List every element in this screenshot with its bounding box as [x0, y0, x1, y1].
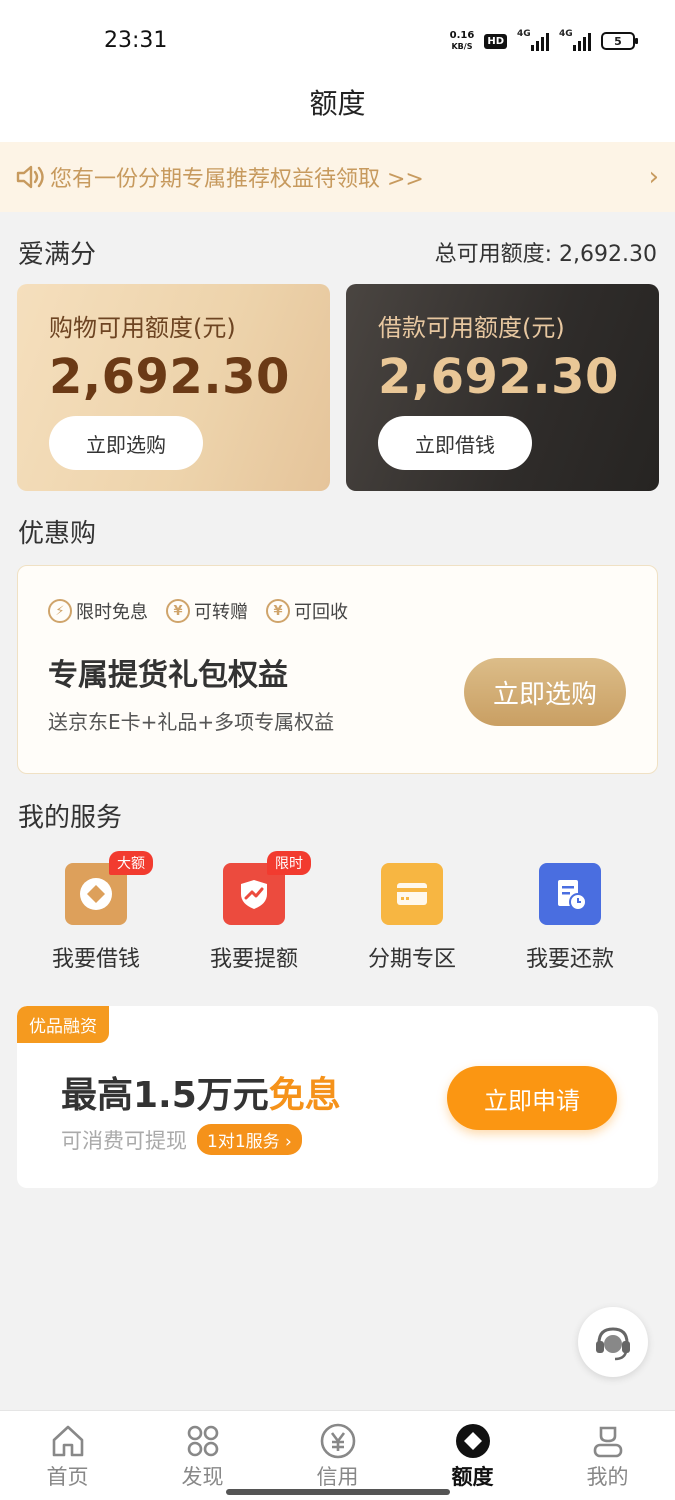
signal-icon: 4G: [517, 29, 549, 51]
section-title-score: 爱满分: [18, 240, 97, 270]
battery-icon: 5: [601, 32, 638, 50]
grid-icon: [135, 1421, 270, 1461]
page-title: 额度: [0, 80, 675, 142]
service-badge: 大额: [109, 851, 153, 875]
tab-mine[interactable]: 我的: [540, 1411, 675, 1500]
finance-banner[interactable]: 优品融资 最高1.5万元免息 可消费可提现 1对1服务 › 立即申请: [17, 1006, 658, 1188]
bottom-tabbar: 首页 发现 信用 额度 我的: [0, 1410, 675, 1500]
tab-home[interactable]: 首页: [0, 1411, 135, 1500]
notice-banner[interactable]: 您有一份分期专属推荐权益待领取 >> ›: [0, 142, 675, 212]
promo-shop-button[interactable]: 立即选购: [464, 658, 626, 726]
finance-subtitle: 可消费可提现 1对1服务 ›: [61, 1124, 302, 1155]
service-repay[interactable]: 我要还款: [491, 855, 649, 985]
net-speed: 0.16 KB/S: [450, 30, 475, 52]
finance-title-highlight: 免息: [268, 1075, 341, 1116]
net-speed-unit: KB/S: [451, 42, 473, 51]
shopping-credit-amount: 2,692.30: [49, 349, 290, 405]
net-speed-value: 0.16: [449, 30, 475, 41]
finance-title-main: 最高1.5万元: [61, 1075, 269, 1116]
promo-title: 专属提货礼包权益: [48, 658, 288, 693]
notice-text: 您有一份分期专属推荐权益待领取 >>: [50, 167, 424, 192]
signal-type-label: 4G: [559, 29, 573, 39]
finance-tag: 优品融资: [17, 1006, 109, 1043]
yen-circle-icon: [270, 1421, 405, 1461]
shopping-credit-card[interactable]: 购物可用额度(元) 2,692.30 立即选购: [17, 284, 330, 491]
service-raise-limit[interactable]: 限时 我要提额: [175, 851, 333, 985]
chevron-right-icon: ›: [648, 162, 659, 192]
speaker-icon: [16, 165, 44, 189]
yen-icon: ¥: [166, 599, 190, 623]
tab-credit[interactable]: 信用: [270, 1411, 405, 1500]
promo-tag-label: 可回收: [294, 602, 348, 623]
loan-credit-amount: 2,692.30: [378, 349, 619, 405]
yen-icon: ¥: [266, 599, 290, 623]
section-title-promo: 优惠购: [18, 519, 97, 549]
total-available-credit: 总可用额度: 2,692.30: [434, 242, 657, 267]
home-icon: [0, 1421, 135, 1461]
shop-now-button[interactable]: 立即选购: [49, 416, 203, 470]
tab-label: 我的: [586, 1465, 629, 1489]
user-icon: [540, 1421, 675, 1461]
card-icon: [381, 863, 443, 925]
tab-label: 发现: [181, 1465, 224, 1489]
service-label: 我要借钱: [51, 947, 140, 972]
status-bar: 23:31 0.16 KB/S HD 4G 4G 5: [0, 0, 675, 80]
signal-type-label: 4G: [517, 29, 531, 39]
promo-tag: ¥ 可回收: [266, 598, 348, 624]
promo-tag-label: 可转赠: [194, 602, 248, 623]
shopping-credit-label: 购物可用额度(元): [49, 314, 236, 342]
promo-subtitle: 送京东E卡+礼品+多项专属权益: [48, 710, 335, 734]
finance-title: 最高1.5万元免息: [61, 1066, 341, 1118]
loan-credit-label: 借款可用额度(元): [378, 314, 565, 342]
service-badge: 限时: [267, 851, 311, 875]
status-icons: 0.16 KB/S HD 4G 4G 5: [450, 29, 638, 52]
promo-card[interactable]: ⚡ 限时免息 ¥ 可转赠 ¥ 可回收 专属提货礼包权益 送京东E卡+礼品+多项专…: [17, 565, 658, 774]
tab-limit[interactable]: 额度: [405, 1411, 540, 1500]
tab-label: 额度: [451, 1465, 494, 1489]
promo-tag: ¥ 可转赠: [166, 598, 248, 624]
tab-discover[interactable]: 发现: [135, 1411, 270, 1500]
service-label: 我要提额: [209, 947, 298, 972]
tab-label: 信用: [316, 1465, 359, 1489]
customer-service-button[interactable]: [578, 1307, 648, 1377]
promo-tags: ⚡ 限时免息 ¥ 可转赠 ¥ 可回收: [48, 598, 348, 624]
borrow-now-button[interactable]: 立即借钱: [378, 416, 532, 470]
lightning-icon: ⚡: [48, 599, 72, 623]
promo-tag-label: 限时免息: [76, 602, 148, 623]
service-chip[interactable]: 1对1服务 ›: [197, 1124, 302, 1155]
service-label: 分期专区: [367, 947, 456, 972]
status-time: 23:31: [104, 28, 168, 53]
bill-clock-icon: [539, 863, 601, 925]
services-grid: 大额 我要借钱 限时 我要提额 分期专区 我要还款: [17, 851, 658, 985]
tab-label: 首页: [46, 1465, 89, 1489]
apply-now-button[interactable]: 立即申请: [447, 1066, 617, 1130]
finance-subtitle-text: 可消费可提现: [61, 1128, 187, 1153]
service-borrow[interactable]: 大额 我要借钱: [17, 851, 175, 985]
diamond-badge-icon: [405, 1421, 540, 1461]
section-title-services: 我的服务: [18, 803, 123, 833]
hd-icon: HD: [484, 33, 507, 49]
home-indicator[interactable]: [226, 1489, 450, 1495]
promo-tag: ⚡ 限时免息: [48, 598, 148, 624]
service-installment[interactable]: 分期专区: [333, 855, 491, 985]
loan-credit-card[interactable]: 借款可用额度(元) 2,692.30 立即借钱: [346, 284, 659, 491]
service-label: 我要还款: [525, 947, 614, 972]
signal-icon: 4G: [559, 29, 591, 51]
headset-icon: [596, 1327, 630, 1361]
